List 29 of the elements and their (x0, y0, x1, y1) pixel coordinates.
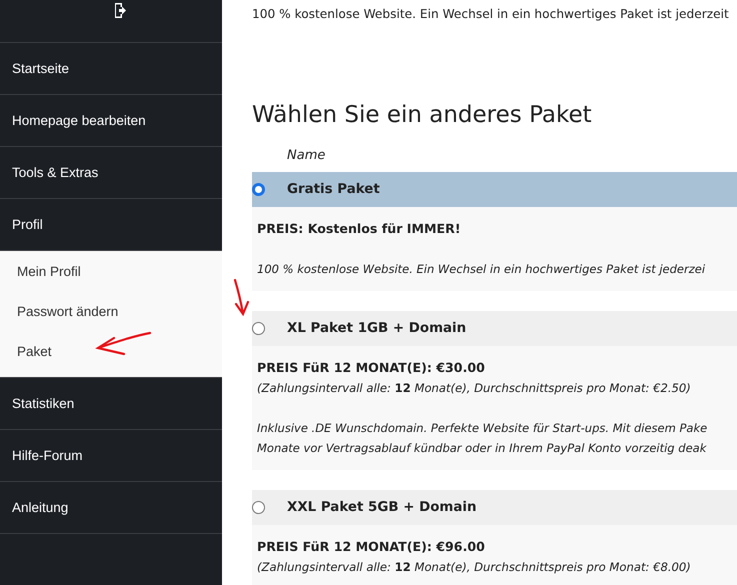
submenu-item[interactable]: Paket (0, 335, 222, 375)
price-text: PREIS FüR 12 MONAT(E): €30.00 (257, 359, 485, 377)
description-text: 100 % kostenlose Website. Ein Wechsel in ein hochwertiges Paket ist jederzei (257, 261, 706, 278)
radio-button[interactable] (252, 183, 265, 196)
sidebar-item[interactable]: Anleitung (0, 482, 222, 534)
interval-text: (Zahlungsintervall alle: 12 Monat(e), Durchschnittspreis pro Monat: €2.50) (257, 380, 691, 397)
description-text: Monate vor Vertragsablauf kündbar oder in Ihrem PayPal Konto vorzeitig deak (257, 440, 706, 457)
package-header[interactable]: XL Paket 1GB + Domain (252, 311, 737, 346)
sidebar-item[interactable]: Hilfe-Forum (0, 430, 222, 482)
radio-button[interactable] (252, 501, 265, 514)
sidebar-item[interactable]: Tools & Extras (0, 147, 222, 199)
sidebar-item[interactable]: Startseite (0, 43, 222, 95)
description-text: Inklusive .DE Wunschdomain. Perfekte Website für Start-ups. Mit diesem Pake (257, 420, 708, 437)
price-text: PREIS: Kostenlos für IMMER! (257, 220, 461, 238)
annotation-arrow (94, 330, 152, 358)
radio-button[interactable] (252, 322, 265, 335)
intro-text: 100 % kostenlose Website. Ein Wechsel in ein hochwertiges Paket ist jederzeit (252, 6, 730, 22)
page-heading: Wählen Sie ein anderes Paket (252, 101, 593, 130)
package-header[interactable]: XXL Paket 5GB + Domain (252, 490, 737, 525)
package-header[interactable]: Gratis Paket (252, 172, 737, 207)
column-header: Name (287, 148, 326, 163)
price-text: PREIS FüR 12 MONAT(E): €96.00 (257, 538, 485, 556)
submenu-item[interactable]: Mein Profil (0, 255, 222, 295)
sidebar-item[interactable]: Statistiken (0, 378, 222, 430)
sidebar-item[interactable]: Homepage bearbeiten (0, 95, 222, 147)
interval-text: (Zahlungsintervall alle: 12 Monat(e), Durchschnittspreis pro Monat: €8.00) (257, 559, 691, 576)
annotation-arrow (232, 278, 252, 318)
submenu-item[interactable]: Passwort ändern (0, 295, 222, 335)
logout-icon[interactable] (113, 2, 127, 19)
